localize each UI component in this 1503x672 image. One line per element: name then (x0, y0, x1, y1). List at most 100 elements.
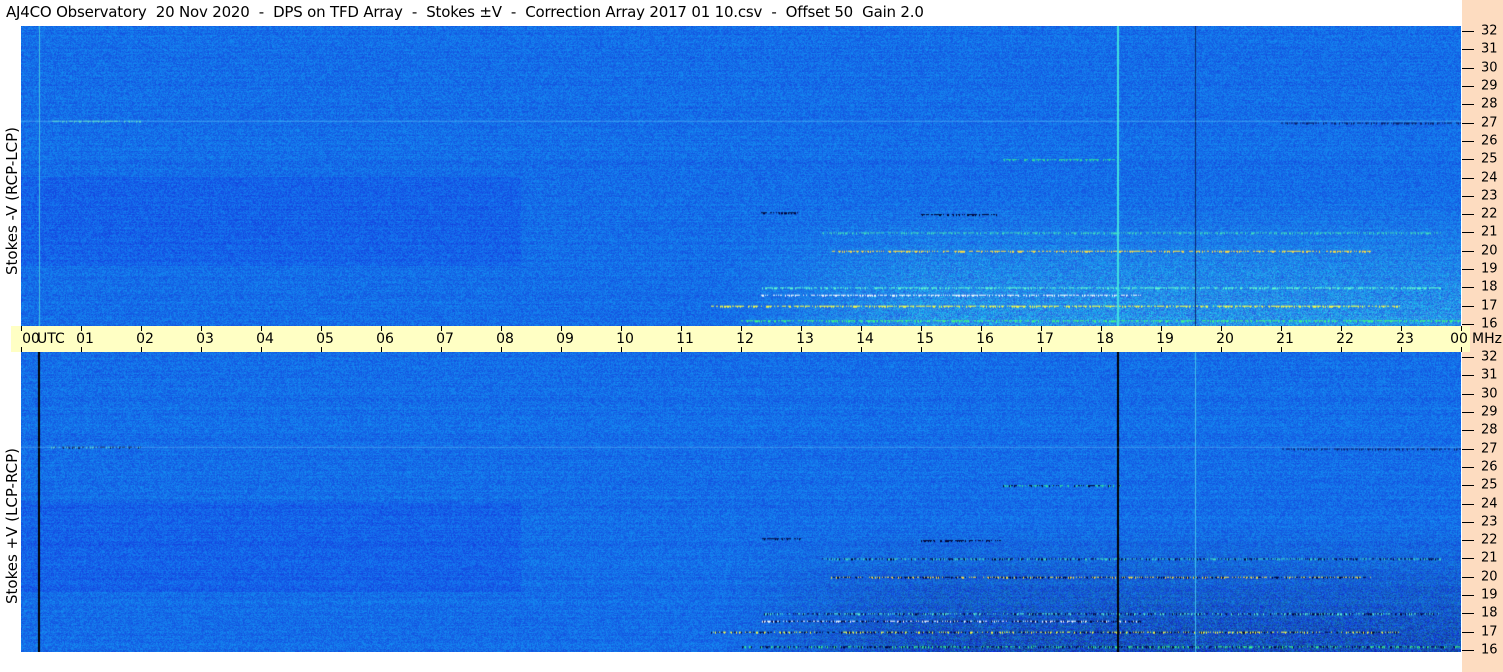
chart-title: AJ4CO Observatory 20 Nov 2020 - DPS on T… (6, 3, 924, 21)
time-tick (1341, 326, 1342, 331)
time-tick (21, 347, 22, 352)
time-tick (1401, 326, 1402, 331)
freq-tick-label: 32 (1481, 23, 1498, 39)
freq-tick-label: 23 (1481, 188, 1498, 204)
time-tick-label: 13 (796, 331, 814, 347)
time-tick-label: 19 (1156, 331, 1174, 347)
time-tick (921, 347, 922, 352)
freq-tick (1462, 631, 1474, 633)
freq-tick (1462, 521, 1474, 523)
time-tick-label: 08 (496, 331, 514, 347)
time-tick (981, 326, 982, 331)
freq-tick (1462, 287, 1474, 289)
freq-tick (1462, 250, 1474, 252)
freq-tick-label: 21 (1481, 224, 1498, 240)
heatmap-canvas (21, 26, 1461, 326)
top-panel-ylabel: Stokes -V (RCP-LCP) (3, 127, 21, 275)
time-tick (141, 347, 142, 352)
freq-tick-label: 17 (1481, 624, 1498, 640)
freq-tick (1462, 49, 1474, 51)
freq-tick-label: 31 (1481, 367, 1498, 383)
freq-tick (1462, 269, 1474, 271)
time-tick-label: 02 (136, 331, 154, 347)
time-tick (1401, 347, 1402, 352)
time-tick-label: 03 (196, 331, 214, 347)
time-tick (1161, 347, 1162, 352)
freq-tick (1462, 485, 1474, 487)
time-tick (621, 347, 622, 352)
freq-tick-label: 31 (1481, 41, 1498, 57)
freq-tick-label: 30 (1481, 386, 1498, 402)
freq-tick-label: 16 (1481, 642, 1498, 658)
freq-tick (1462, 448, 1474, 450)
freq-tick-label: 18 (1481, 605, 1498, 621)
freq-tick (1462, 122, 1474, 124)
time-tick-label: 00 (1450, 331, 1468, 347)
time-tick (861, 326, 862, 331)
time-tick (921, 326, 922, 331)
time-tick (1341, 347, 1342, 352)
spectrogram-stokes-minus-v (21, 26, 1461, 326)
time-tick-label: 01 (76, 331, 94, 347)
time-tick (81, 326, 82, 331)
time-tick (1281, 347, 1282, 352)
freq-tick-label: 20 (1481, 243, 1498, 259)
freq-tick (1462, 540, 1474, 542)
bottom-panel-ylabel: Stokes +V (LCP-RCP) (3, 448, 21, 604)
time-tick (801, 326, 802, 331)
time-tick (1041, 347, 1042, 352)
time-tick-label: 10 (616, 331, 634, 347)
freq-tick (1462, 503, 1474, 505)
time-tick (201, 326, 202, 331)
freq-tick-label: 20 (1481, 569, 1498, 585)
freq-tick-label: 19 (1481, 261, 1498, 277)
freq-tick (1462, 159, 1474, 161)
time-tick (501, 326, 502, 331)
freq-tick-label: 22 (1481, 532, 1498, 548)
freq-tick-label: 25 (1481, 477, 1498, 493)
time-tick (861, 347, 862, 352)
time-tick (381, 326, 382, 331)
time-tick (1221, 347, 1222, 352)
time-tick (81, 347, 82, 352)
freq-tick-label: 26 (1481, 459, 1498, 475)
freq-tick (1462, 305, 1474, 307)
time-tick (441, 326, 442, 331)
time-tick (261, 347, 262, 352)
freq-tick-label: 24 (1481, 170, 1498, 185)
time-tick (1161, 326, 1162, 331)
time-tick (1041, 326, 1042, 331)
time-tick (981, 347, 982, 352)
freq-tick (1462, 466, 1474, 468)
freq-tick-label: 27 (1481, 441, 1498, 457)
time-tick (621, 326, 622, 331)
time-tick (201, 347, 202, 352)
time-tick (21, 326, 22, 331)
freq-tick (1462, 232, 1474, 234)
freq-tick (1462, 85, 1474, 87)
freq-tick-label: 16 (1481, 316, 1498, 332)
time-tick-label: 12 (736, 331, 754, 347)
freq-tick-label: 18 (1481, 279, 1498, 295)
time-tick (1221, 326, 1222, 331)
time-tick (561, 347, 562, 352)
time-tick-label: 20 (1216, 331, 1234, 347)
time-tick-label: 22 (1336, 331, 1354, 347)
time-tick-label: 07 (436, 331, 454, 347)
freq-tick-label: 32 (1481, 349, 1498, 365)
freq-tick-label: 30 (1481, 60, 1498, 76)
time-tick (261, 326, 262, 331)
time-tick (1101, 326, 1102, 331)
time-tick-label: 05 (316, 331, 334, 347)
freq-tick (1462, 177, 1474, 179)
heatmap-canvas (21, 352, 1461, 652)
freq-tick-label: 19 (1481, 587, 1498, 603)
time-tick-label: 11 (676, 331, 694, 347)
freq-tick (1462, 357, 1474, 358)
freq-tick (1462, 324, 1474, 325)
freq-tick (1462, 613, 1474, 615)
freq-tick (1462, 393, 1474, 395)
freq-tick (1462, 31, 1474, 32)
time-tick (1461, 347, 1462, 352)
time-tick-label: 09 (556, 331, 574, 347)
